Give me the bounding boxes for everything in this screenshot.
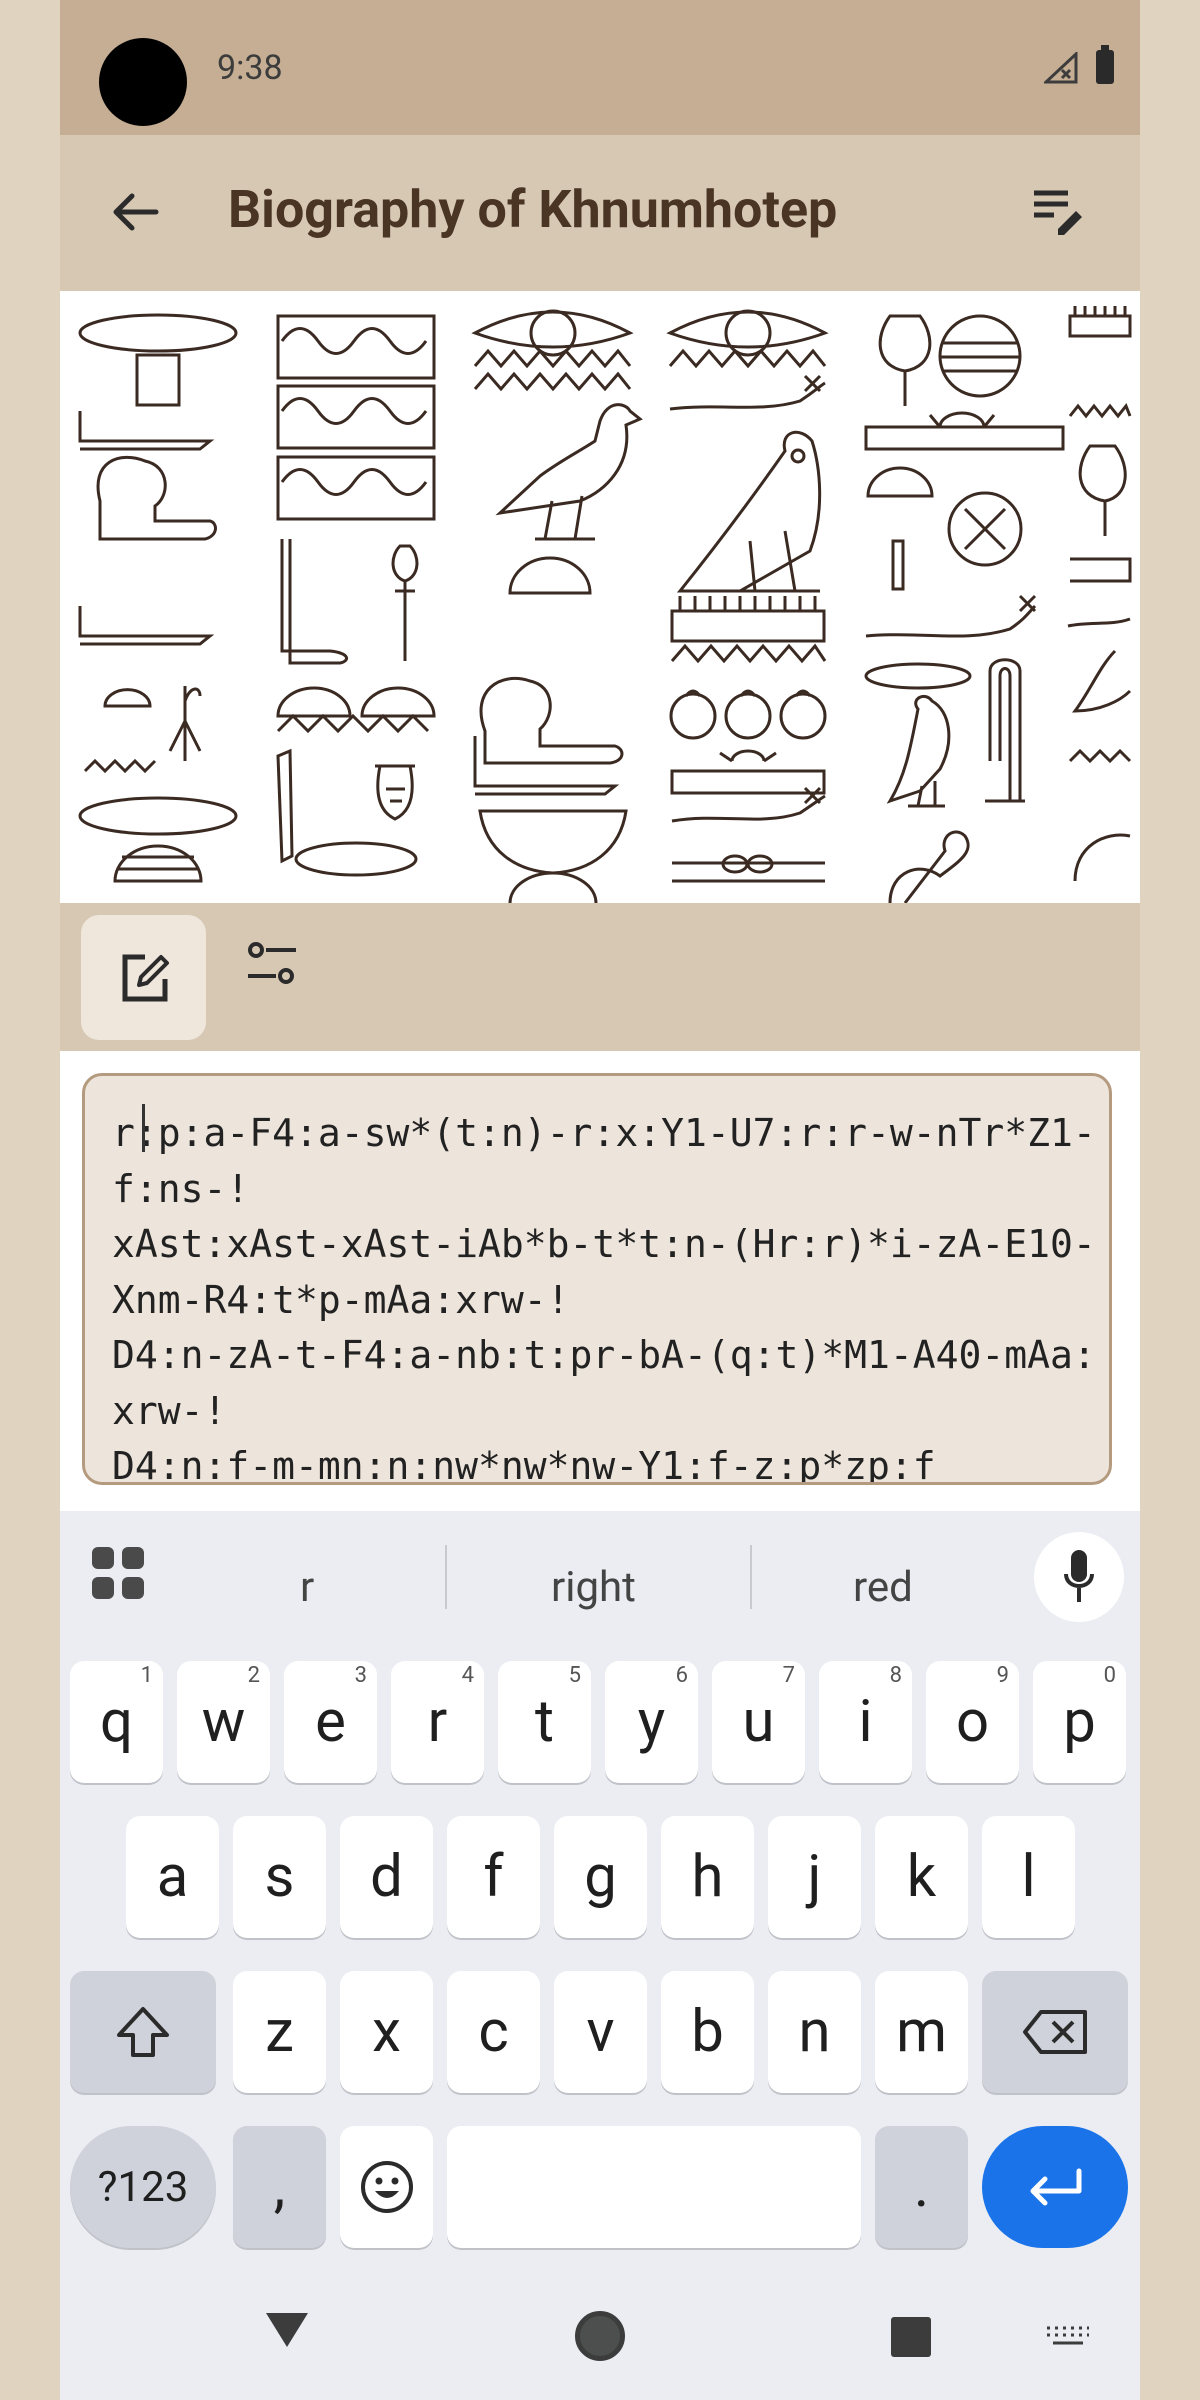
key-i[interactable]: i8 bbox=[819, 1661, 912, 1783]
key-k[interactable]: k bbox=[875, 1816, 968, 1938]
key-r[interactable]: r4 bbox=[391, 1661, 484, 1783]
status-bar: 9:38 bbox=[60, 0, 1140, 135]
phone-screen: 9:38 Biography of Khnumhotep r:p:a-F4:a-… bbox=[60, 0, 1140, 2400]
key-m[interactable]: m bbox=[875, 1971, 968, 2093]
editor-toolbar bbox=[60, 903, 1140, 1051]
voice-input-button[interactable] bbox=[1034, 1532, 1124, 1622]
editor-area: r:p:a-F4:a-sw*(t:n)-r:x:Y1-U7:r:r-w-nTr*… bbox=[60, 1051, 1140, 1511]
key-u[interactable]: u7 bbox=[712, 1661, 805, 1783]
suggestion-2[interactable]: right bbox=[551, 1563, 636, 1612]
edit-note-icon[interactable] bbox=[1030, 187, 1086, 239]
signal-icon bbox=[1044, 52, 1078, 84]
key-t[interactable]: t5 bbox=[498, 1661, 591, 1783]
key-j[interactable]: j bbox=[768, 1816, 861, 1938]
key-y[interactable]: y6 bbox=[605, 1661, 698, 1783]
key-g[interactable]: g bbox=[554, 1816, 647, 1938]
key-w[interactable]: w2 bbox=[177, 1661, 270, 1783]
key-d[interactable]: d bbox=[340, 1816, 433, 1938]
app-bar: Biography of Khnumhotep bbox=[60, 135, 1140, 291]
suggestion-3[interactable]: red bbox=[853, 1563, 913, 1612]
apps-grid-icon[interactable] bbox=[92, 1547, 144, 1599]
key-a[interactable]: a bbox=[126, 1816, 219, 1938]
camera-cutout bbox=[99, 38, 187, 126]
emoji-icon bbox=[360, 2161, 413, 2213]
key-s[interactable]: s bbox=[233, 1816, 326, 1938]
edit-icon bbox=[122, 954, 169, 1002]
key-p[interactable]: p0 bbox=[1033, 1661, 1126, 1783]
keyboard-switch-icon[interactable] bbox=[1045, 2326, 1091, 2348]
hieroglyph-image bbox=[78, 306, 1132, 903]
text-cursor bbox=[142, 1104, 145, 1152]
key-o[interactable]: o9 bbox=[926, 1661, 1019, 1783]
mdc-code-editor[interactable]: r:p:a-F4:a-sw*(t:n)-r:x:Y1-U7:r:r-w-nTr*… bbox=[82, 1073, 1112, 1485]
tune-settings-icon[interactable] bbox=[246, 940, 298, 992]
suggestion-divider bbox=[750, 1545, 752, 1609]
backspace-icon bbox=[1023, 2010, 1087, 2054]
nav-back-icon[interactable] bbox=[264, 2311, 310, 2349]
editor-text[interactable]: r:p:a-F4:a-sw*(t:n)-r:x:Y1-U7:r:r-w-nTr*… bbox=[112, 1106, 1102, 1482]
soft-keyboard: r right red q1 w2 e3 r4 t5 y6 u7 i8 o9 p… bbox=[60, 1511, 1140, 2400]
space-key[interactable] bbox=[447, 2126, 861, 2248]
status-time: 9:38 bbox=[217, 48, 283, 88]
shift-icon bbox=[117, 2007, 169, 2057]
page-title: Biography of Khnumhotep bbox=[228, 179, 838, 240]
nav-home-icon[interactable] bbox=[574, 2310, 626, 2362]
key-e[interactable]: e3 bbox=[284, 1661, 377, 1783]
back-arrow-icon[interactable] bbox=[110, 187, 160, 237]
key-f[interactable]: f bbox=[447, 1816, 540, 1938]
key-v[interactable]: v bbox=[554, 1971, 647, 2093]
battery-icon bbox=[1096, 45, 1114, 84]
nav-recents-icon[interactable] bbox=[891, 2317, 931, 2357]
enter-icon bbox=[1030, 2168, 1082, 2206]
suggestion-divider bbox=[445, 1545, 447, 1609]
comma-key[interactable]: , bbox=[233, 2126, 326, 2248]
key-z[interactable]: z bbox=[233, 1971, 326, 2093]
symbols-key[interactable]: ?123 bbox=[70, 2126, 216, 2248]
edit-mode-button[interactable] bbox=[81, 915, 206, 1040]
enter-key[interactable] bbox=[982, 2126, 1128, 2248]
hieroglyph-render bbox=[60, 291, 1140, 903]
key-x[interactable]: x bbox=[340, 1971, 433, 2093]
key-h[interactable]: h bbox=[661, 1816, 754, 1938]
microphone-icon bbox=[1064, 1550, 1094, 1602]
key-c[interactable]: c bbox=[447, 1971, 540, 2093]
key-l[interactable]: l bbox=[982, 1816, 1075, 1938]
suggestion-1[interactable]: r bbox=[300, 1563, 314, 1612]
period-key[interactable]: . bbox=[875, 2126, 968, 2248]
key-n[interactable]: n bbox=[768, 1971, 861, 2093]
backspace-key[interactable] bbox=[982, 1971, 1128, 2093]
key-q[interactable]: q1 bbox=[70, 1661, 163, 1783]
emoji-key[interactable] bbox=[340, 2126, 433, 2248]
key-b[interactable]: b bbox=[661, 1971, 754, 2093]
shift-key[interactable] bbox=[70, 1971, 216, 2093]
